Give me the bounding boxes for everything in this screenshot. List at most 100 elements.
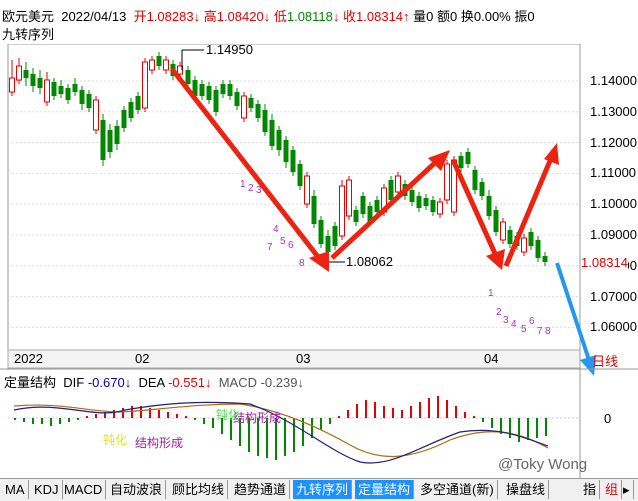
close-value: 1.08314	[356, 9, 404, 24]
candle-body	[528, 232, 534, 246]
sub-axis-zero: 0	[604, 411, 612, 426]
candle-body	[416, 196, 422, 208]
candle-body	[353, 210, 359, 222]
candle-body	[86, 94, 92, 108]
macd-bar	[428, 398, 430, 418]
candle-body	[430, 200, 436, 212]
macd-bar	[293, 418, 295, 452]
macd-bar	[212, 418, 214, 428]
candle-body	[37, 78, 43, 88]
candle-body	[227, 84, 233, 96]
macd-bar	[284, 418, 286, 456]
candle-body	[163, 59, 169, 71]
candle-body	[213, 90, 219, 112]
nine-seq-top-number: 6	[288, 240, 294, 251]
candle-body	[248, 98, 254, 108]
nine-seq-top-number: 2	[248, 183, 254, 194]
candle-body	[9, 77, 15, 93]
dulling-label-2: 钝化	[216, 408, 241, 422]
open-arrow: ↓	[193, 9, 201, 24]
tab-guppy-ma[interactable]: 顾比均线	[169, 480, 229, 499]
candle-body	[458, 156, 464, 168]
candle-body	[318, 220, 324, 244]
candle-body	[79, 90, 85, 104]
price-tick-label: 1.14000	[590, 73, 637, 88]
open-value: 1.08283	[146, 9, 194, 24]
tab-ma[interactable]: MA	[2, 480, 29, 499]
candle-body	[276, 130, 282, 150]
turnover: 换0.00%	[460, 9, 511, 24]
tab-long-short-channel[interactable]: 多空通道(新)	[417, 480, 498, 499]
nine-seq-bottom-number: 1	[488, 288, 494, 299]
macd-bar	[41, 418, 43, 424]
macd-bar	[446, 400, 448, 418]
candle-body	[290, 150, 296, 172]
candle-body	[465, 152, 471, 164]
tab-group[interactable]: 组	[602, 480, 623, 499]
dea-label: DEA	[138, 375, 165, 390]
macd-bar	[365, 400, 367, 418]
tab-indicator[interactable]: 指	[580, 480, 601, 499]
candle-body	[100, 120, 106, 160]
tab-nine-turn[interactable]: 九转序列	[293, 480, 353, 499]
dea-value: -0.551↓	[168, 375, 212, 390]
candle-body	[156, 56, 162, 66]
macd-bar	[356, 404, 358, 418]
candle-body	[444, 163, 450, 201]
tab-auto-wave[interactable]: 自动波浪	[107, 480, 167, 499]
dif-label: DIF	[63, 375, 85, 390]
candle-body	[121, 110, 127, 128]
structure-formed-label-1: 结构形成	[233, 411, 282, 425]
macd-bar	[95, 414, 97, 418]
current-price-tag: 1.08314	[581, 255, 628, 270]
high-arrow: ↓	[263, 9, 271, 24]
candle-body	[51, 82, 57, 96]
nine-seq-bottom-number: 5	[521, 324, 527, 335]
tab-trend-channel[interactable]: 趋势通道	[231, 480, 291, 499]
candle-body	[93, 99, 99, 131]
tab-operation-line[interactable]: 操盘线	[503, 480, 550, 499]
macd-bar	[194, 418, 196, 420]
candle-body	[72, 84, 78, 92]
tab-quant-structure[interactable]: 定量结构	[355, 480, 415, 499]
candle-body	[44, 79, 50, 103]
macd-bar	[167, 412, 169, 418]
tab-kdj[interactable]: KDJ	[31, 480, 63, 499]
candle-body	[23, 70, 29, 78]
candle-body	[388, 180, 394, 200]
macd-bar	[437, 396, 439, 418]
candle-body	[128, 102, 134, 118]
macd-bar	[347, 410, 349, 418]
sub-title: 定量结构	[4, 375, 57, 390]
candle-body	[107, 130, 113, 152]
tab-more-icon[interactable]: ▸	[620, 480, 634, 499]
candle-body	[16, 65, 22, 81]
structure-formed-label-2: 结构形成	[135, 436, 184, 450]
trend-arrow-up-2	[503, 155, 555, 267]
candle-body	[30, 74, 36, 86]
watermark: @Toky Wong	[498, 456, 588, 473]
candlestick-chart[interactable]	[0, 44, 638, 478]
price-tick-label: 1.12000	[590, 134, 637, 150]
price-tick-label: 1.13000	[590, 103, 637, 119]
macd-bar	[320, 418, 322, 430]
candle-body	[346, 179, 352, 217]
macd-histogram	[14, 396, 547, 460]
candle-body	[269, 120, 275, 146]
macd-bar	[401, 410, 403, 418]
symbol-name: 欧元美元	[2, 9, 55, 24]
candle-body	[135, 96, 141, 110]
macd-bar	[374, 402, 376, 418]
price-tick-label: 1.09000	[590, 227, 637, 242]
quote-date: 2022/04/13	[61, 9, 127, 24]
tab-macd[interactable]: MACD	[61, 480, 107, 499]
indicator-name: 九转序列	[2, 27, 55, 42]
macd-bar	[176, 414, 178, 418]
macd-bar	[50, 418, 52, 426]
macd-bar	[527, 418, 529, 440]
candle-body	[58, 86, 64, 94]
period-label[interactable]: 日线	[592, 351, 618, 370]
macd-bar	[419, 402, 421, 418]
macd-bar	[410, 406, 412, 418]
candle-body	[339, 185, 345, 237]
